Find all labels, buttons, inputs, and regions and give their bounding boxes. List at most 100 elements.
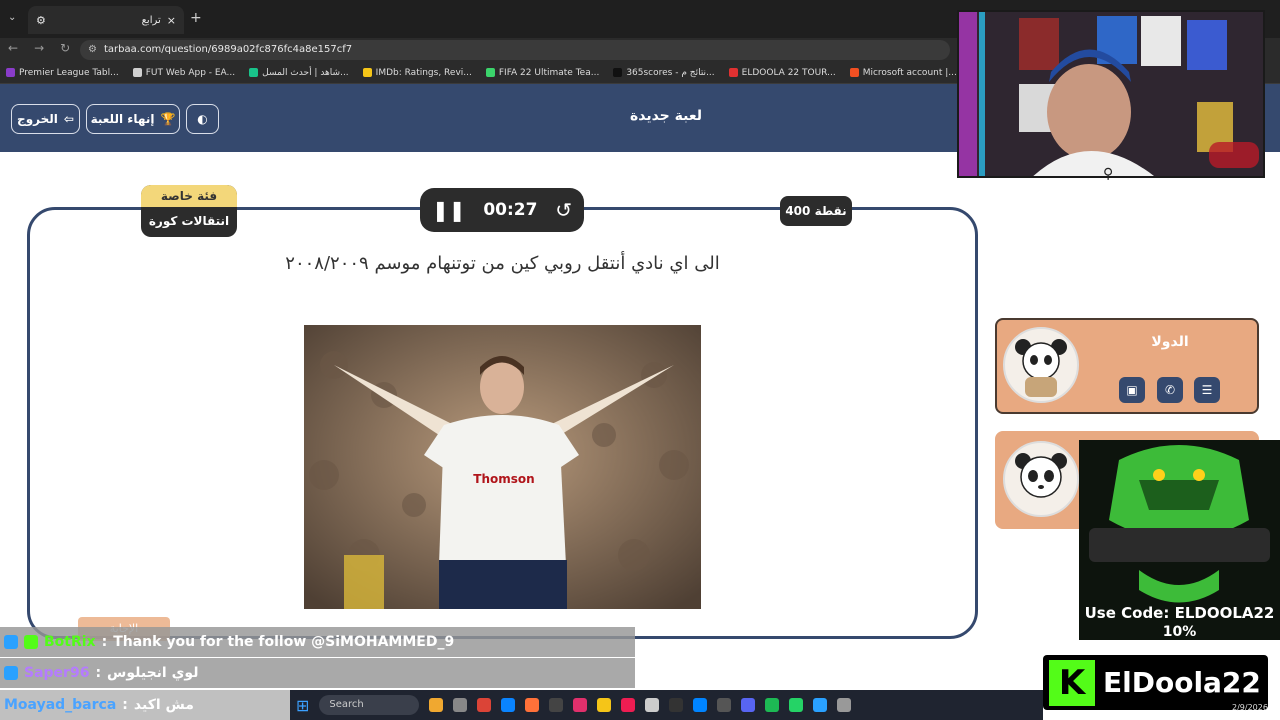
webcam-overlay <box>957 10 1265 178</box>
bookmark-favicon-icon <box>249 68 259 77</box>
chat-separator: : <box>95 665 102 681</box>
team-helper-call-button[interactable]: ✆ <box>1157 377 1183 403</box>
bookmark-favicon-icon <box>728 68 738 77</box>
bookmark-item[interactable]: FIFA 22 Ultimate Tea... <box>485 67 600 78</box>
promo-code: Use Code: ELDOOLA22 <box>1084 604 1275 622</box>
forward-icon[interactable]: → <box>34 41 44 55</box>
pause-icon[interactable]: ❚❚ <box>432 198 466 222</box>
bookmark-favicon-icon <box>362 68 372 77</box>
sponsor-logo: Use Code: ELDOOLA22 10% <box>1079 440 1280 640</box>
bookmark-label: ELDOOLA 22 TOUR... <box>741 67 836 78</box>
bookmark-item[interactable]: Premier League Tabl... <box>6 68 119 78</box>
category-badge: فئة خاصة انتقالات كورة <box>141 185 237 237</box>
app-icon[interactable] <box>429 698 444 712</box>
tab-search-icon[interactable]: ⌄ <box>8 12 16 23</box>
kick-name: ElDoola22 <box>1103 666 1261 699</box>
messenger-icon[interactable] <box>693 698 708 712</box>
tab-favicon-icon: ⚙ <box>36 13 46 27</box>
instagram-icon[interactable] <box>573 698 588 712</box>
points-badge: 400 نقطة <box>780 196 852 226</box>
logout-icon: ⇦ <box>63 112 74 126</box>
trophy-icon: 🏆 <box>160 112 176 126</box>
chat-message: Saper96 : لوي انجيلوس <box>0 658 635 688</box>
folder-icon[interactable] <box>597 698 612 712</box>
bookmark-label: Microsoft account |... <box>862 67 957 78</box>
taskbar-search[interactable]: Search <box>319 695 420 715</box>
bookmark-item[interactable]: Microsoft account |... <box>849 67 957 78</box>
bookmark-favicon-icon <box>613 68 623 77</box>
chat-user: Moayad_barca <box>4 697 117 713</box>
bookmark-favicon-icon <box>132 68 142 77</box>
app-icon[interactable] <box>765 698 780 712</box>
taskbar: ⊞ Search <box>290 690 1043 720</box>
chrome-icon[interactable] <box>477 698 492 712</box>
site-info-icon[interactable]: ⚙ <box>88 40 97 60</box>
windows-start-icon[interactable]: ⊞ <box>296 696 309 715</box>
kick-logo-icon: K <box>1049 659 1095 706</box>
steam-icon[interactable] <box>717 698 732 712</box>
tiktok-icon[interactable] <box>621 698 636 712</box>
chat-user: Saper96 <box>24 665 90 681</box>
timer: ❚❚ 00:27 ↺ <box>420 188 584 232</box>
bookmark-label: Premier League Tabl... <box>19 67 119 78</box>
svg-text:Thomson: Thomson <box>473 472 534 486</box>
app-icon[interactable] <box>837 698 852 712</box>
app-icon[interactable] <box>453 698 468 712</box>
panda-icon <box>1015 339 1067 397</box>
bookmark-item[interactable]: شاهد | أحدث المسل... <box>249 68 349 78</box>
promo-discount: 10% <box>1162 624 1197 640</box>
player-photo: Thomson <box>304 325 701 609</box>
edge-icon[interactable] <box>501 698 516 712</box>
app-icon[interactable] <box>645 698 660 712</box>
bookmark-item[interactable]: IMDb: Ratings, Revi... <box>362 67 472 78</box>
panda-icon <box>1015 453 1067 498</box>
phone-icon: ✆ <box>1164 383 1176 397</box>
kick-handle: K ElDoola22 <box>1043 655 1268 710</box>
bookmark-item[interactable]: ELDOOLA 22 TOUR... <box>728 67 836 78</box>
chat-text: مش اكيد <box>133 697 194 713</box>
exit-button[interactable]: الخروج ⇦ <box>11 104 80 134</box>
bookmark-item[interactable]: 365scores - نتائج م... <box>613 68 715 78</box>
tab-title: ترابع <box>141 14 161 26</box>
whatsapp-icon[interactable] <box>789 698 804 712</box>
end-game-label: إنهاء اللعبة <box>90 112 155 126</box>
reset-timer-icon[interactable]: ↺ <box>555 198 572 222</box>
bookmark-label: FIFA 22 Ultimate Tea... <box>498 67 600 78</box>
chat-text: Thank you for the follow @SiMOHAMMED_9 <box>113 634 455 650</box>
chat-badge-icon <box>4 635 18 649</box>
tab-close-icon[interactable]: × <box>167 14 176 27</box>
new-tab-button[interactable]: + <box>190 10 202 26</box>
bookmark-item[interactable]: FUT Web App - EA... <box>132 68 235 78</box>
bookmark-label: شاهد | أحدث المسل... <box>262 67 349 78</box>
search-label: Search <box>329 699 364 710</box>
timer-value: 00:27 <box>483 200 538 220</box>
reload-icon[interactable]: ↻ <box>60 41 70 55</box>
theme-button[interactable]: ◐ <box>186 104 219 134</box>
question-image: Thomson <box>304 325 701 609</box>
end-game-button[interactable]: إنهاء اللعبة 🏆 <box>86 104 180 134</box>
telegram-icon[interactable] <box>813 698 828 712</box>
chat-badge-icon <box>4 666 18 680</box>
discord-icon[interactable] <box>741 698 756 712</box>
team-helper-photo-button[interactable]: ▣ <box>1119 377 1145 403</box>
chat-separator: : <box>122 697 128 713</box>
chat-user: BotRix <box>44 634 96 650</box>
nav-buttons: ← → ↻ <box>8 41 70 55</box>
taskbar-date: 2/9/2026 <box>1232 703 1268 712</box>
chat-text: لوي انجيلوس <box>107 665 199 681</box>
app-icon[interactable] <box>549 698 564 712</box>
firefox-icon[interactable] <box>525 698 540 712</box>
address-bar[interactable]: ⚙ tarbaa.com/question/6989a02fc876fc4a8e… <box>80 40 950 60</box>
list-icon: ☰ <box>1201 383 1213 397</box>
bookmark-label: IMDb: Ratings, Revi... <box>375 67 472 78</box>
team-avatar <box>1003 327 1079 403</box>
verified-icon <box>24 635 38 649</box>
bookmark-favicon-icon <box>849 68 859 77</box>
question-text: الى اي نادي أنتقل روبي كين من توتنهام مو… <box>285 253 720 274</box>
browser-tab[interactable]: ⚙ ترابع × <box>28 6 184 34</box>
app-icon[interactable] <box>669 698 684 712</box>
chat-message: Moayad_barca : مش اكيد <box>0 690 290 720</box>
chat-separator: : <box>101 634 108 650</box>
team-helper-list-button[interactable]: ☰ <box>1194 377 1220 403</box>
back-icon[interactable]: ← <box>8 41 18 55</box>
